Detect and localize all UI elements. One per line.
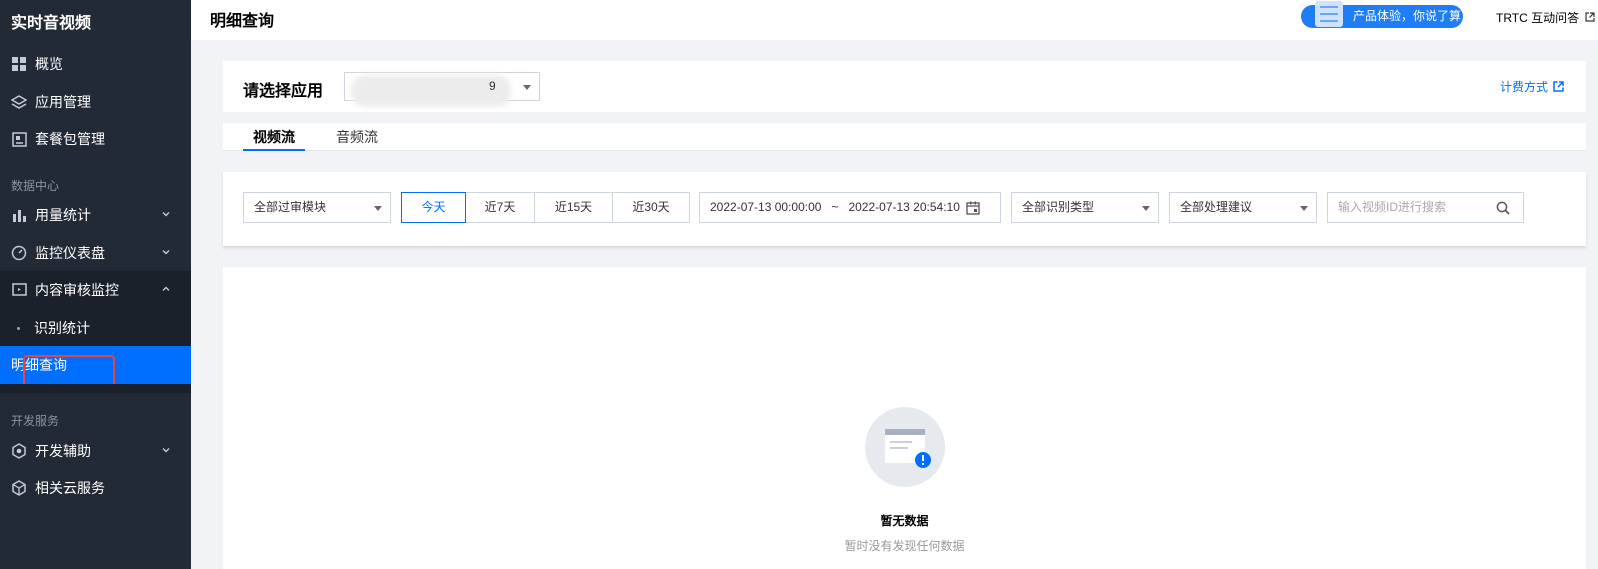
sidebar-item-label: 内容审核监控 xyxy=(35,282,119,298)
filter-bar: 全部过审模块 今天 近7天 近15天 近30天 2022-07-13 00:00… xyxy=(223,172,1586,246)
external-link-icon xyxy=(1585,12,1596,22)
sidebar-item-label: 开发辅助 xyxy=(35,443,91,459)
sidebar-item-usage-stats[interactable]: 用量统计 xyxy=(0,196,191,234)
recognition-type-value: 全部识别类型 xyxy=(1022,200,1095,214)
billing-link[interactable]: 计费方式 xyxy=(1500,78,1564,95)
range-30days-button[interactable]: 近30天 xyxy=(612,192,690,223)
sidebar: 实时音视频 概览 应用管理 套餐包管理 数据中心 用量统计 监控仪表盘 内容审核… xyxy=(0,0,191,569)
sidebar-item-label: 识别统计 xyxy=(34,320,90,336)
tab-video-stream[interactable]: 视频流 xyxy=(243,127,305,151)
module-select[interactable]: 全部过审模块 xyxy=(243,192,391,223)
sidebar-item-app-management[interactable]: 应用管理 xyxy=(0,83,191,121)
range-15days-button[interactable]: 近15天 xyxy=(534,192,613,223)
caret-down-icon xyxy=(374,206,382,211)
sidebar-item-label: 应用管理 xyxy=(35,94,91,110)
app-selector-label: 请选择应用 xyxy=(243,83,324,100)
empty-title: 暂无数据 xyxy=(880,514,929,528)
sidebar-item-monitor-dashboard[interactable]: 监控仪表盘 xyxy=(0,234,191,272)
sidebar-item-label: 用量统计 xyxy=(35,207,91,223)
layers-icon xyxy=(11,94,27,110)
hexagon-gear-icon xyxy=(11,443,27,459)
help-link[interactable]: TRTC 互动问答 xyxy=(1496,9,1596,26)
sidebar-item-package-management[interactable]: 套餐包管理 xyxy=(0,120,191,158)
sidebar-item-label: 相关云服务 xyxy=(35,480,105,496)
app-select-value: 9 xyxy=(489,79,496,93)
bullet-icon xyxy=(17,326,20,330)
dashboard-icon xyxy=(11,245,27,261)
sidebar-item-content-moderation[interactable]: 内容审核监控 xyxy=(0,271,191,309)
app-selector-card: 请选择应用 9 计费方式 xyxy=(223,61,1586,112)
range-today-button[interactable]: 今天 xyxy=(401,192,466,223)
stream-tabs: 视频流 音频流 xyxy=(223,123,1586,151)
sidebar-item-dev-assist[interactable]: 开发辅助 xyxy=(0,432,191,470)
cube-icon xyxy=(11,480,27,496)
suggestion-select-value: 全部处理建议 xyxy=(1180,200,1253,214)
sidebar-item-label: 监控仪表盘 xyxy=(35,245,105,261)
help-link-label: TRTC 互动问答 xyxy=(1496,11,1580,25)
caret-down-icon xyxy=(1300,206,1308,211)
recognition-type-select[interactable]: 全部识别类型 xyxy=(1011,192,1159,223)
tab-audio-stream[interactable]: 音频流 xyxy=(336,127,378,151)
chevron-down-icon[interactable] xyxy=(161,209,171,219)
document-icon xyxy=(1315,1,1343,27)
grid-icon xyxy=(11,56,27,72)
external-link-icon xyxy=(1553,81,1564,92)
monitor-icon xyxy=(11,282,27,298)
billing-link-label: 计费方式 xyxy=(1500,80,1549,94)
sidebar-item-overview[interactable]: 概览 xyxy=(0,45,191,83)
caret-down-icon xyxy=(523,85,531,90)
search-input[interactable] xyxy=(1338,200,1488,214)
date-start: 2022-07-13 00:00:00 xyxy=(710,200,822,214)
feedback-label: 产品体验，你说了算 xyxy=(1353,9,1462,23)
feedback-button[interactable]: 产品体验，你说了算 xyxy=(1301,1,1463,28)
range-7days-button[interactable]: 近7天 xyxy=(465,192,535,223)
brand-title: 实时音视频 xyxy=(11,15,92,32)
calendar-icon xyxy=(966,201,980,215)
empty-document-icon xyxy=(865,407,945,487)
sidebar-item-cloud-services[interactable]: 相关云服务 xyxy=(0,469,191,507)
app-select-dropdown[interactable]: 9 xyxy=(344,72,540,107)
top-header: 明细查询 产品体验，你说了算 TRTC 互动问答 xyxy=(191,0,1598,40)
date-end: 2022-07-13 20:54:10 xyxy=(848,200,960,214)
section-label-data-center: 数据中心 xyxy=(11,179,60,193)
search-icon[interactable] xyxy=(1496,201,1510,215)
sidebar-item-recognition-stats[interactable]: 识别统计 xyxy=(0,309,191,347)
sidebar-item-label: 套餐包管理 xyxy=(35,131,105,147)
video-id-search[interactable] xyxy=(1327,192,1524,223)
chevron-up-icon[interactable] xyxy=(161,284,171,294)
chevron-down-icon[interactable] xyxy=(161,247,171,257)
package-icon xyxy=(11,131,27,147)
empty-description: 暂时没有发现任何数据 xyxy=(844,539,965,553)
date-separator: ~ xyxy=(831,200,839,214)
sidebar-item-label: 概览 xyxy=(35,56,63,72)
module-select-value: 全部过审模块 xyxy=(254,200,327,214)
caret-down-icon xyxy=(1142,206,1150,211)
results-panel: 暂无数据 暂时没有发现任何数据 xyxy=(223,267,1586,569)
page-title: 明细查询 xyxy=(210,13,275,30)
date-range-picker[interactable]: 2022-07-13 00:00:00 ~2022-07-13 20:54:10 xyxy=(699,192,1001,223)
suggestion-select[interactable]: 全部处理建议 xyxy=(1169,192,1317,223)
highlight-annotation xyxy=(23,355,115,387)
chevron-down-icon[interactable] xyxy=(161,445,171,455)
section-label-dev-services: 开发服务 xyxy=(11,414,60,428)
redacted-mask xyxy=(351,75,511,107)
bar-chart-icon xyxy=(11,207,27,223)
